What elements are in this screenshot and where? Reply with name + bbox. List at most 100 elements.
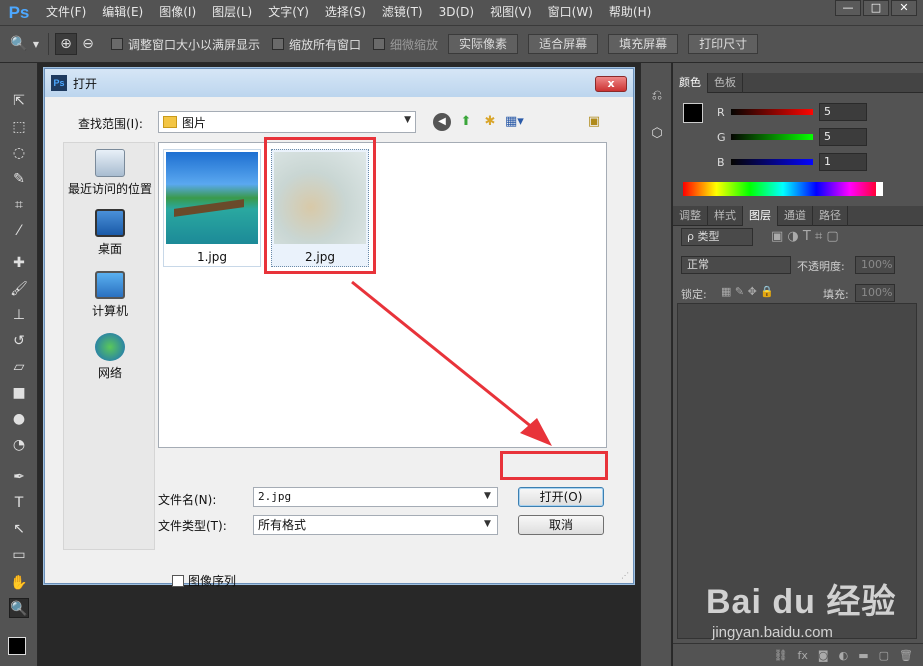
type-tool-icon[interactable]: T: [9, 493, 29, 513]
path-select-tool-icon[interactable]: ↖: [9, 519, 29, 539]
blend-mode-select[interactable]: 正常: [681, 256, 791, 274]
dialog-title-bar: Ps 打开: [45, 69, 633, 97]
up-folder-icon[interactable]: ⬆: [457, 113, 475, 131]
menu-view[interactable]: 视图(V): [482, 0, 540, 25]
green-value-field[interactable]: 5: [819, 128, 867, 146]
file-item-1[interactable]: 1.jpg: [163, 149, 261, 267]
menu-3d[interactable]: 3D(D): [431, 0, 482, 25]
zoom-out-icon[interactable]: ⊖: [77, 33, 99, 55]
delete-layer-icon[interactable]: 🗑: [899, 649, 913, 662]
tab-layers[interactable]: 图层: [743, 206, 778, 226]
quick-select-tool-icon[interactable]: ✎: [9, 169, 29, 189]
dialog-close-button[interactable]: x: [595, 76, 627, 92]
red-slider[interactable]: [731, 109, 813, 115]
tab-color[interactable]: 颜色: [673, 73, 708, 93]
print-size-button[interactable]: 打印尺寸: [688, 34, 759, 54]
stamp-tool-icon[interactable]: ⊥: [9, 305, 29, 325]
image-sequence-checkbox[interactable]: 图像序列: [172, 572, 236, 589]
mask-icon[interactable]: ◙: [818, 649, 829, 662]
cancel-button[interactable]: 取消: [518, 515, 604, 535]
back-icon[interactable]: ◀: [433, 113, 451, 131]
actual-pixels-button[interactable]: 实际像素: [448, 34, 519, 54]
blur-tool-icon[interactable]: ●: [9, 409, 29, 429]
shape-tool-icon[interactable]: ▭: [9, 545, 29, 565]
filetype-select[interactable]: 所有格式: [253, 515, 498, 535]
foreground-color-swatch[interactable]: [8, 637, 26, 655]
menu-file[interactable]: 文件(F): [38, 0, 94, 25]
green-slider[interactable]: [731, 134, 813, 140]
menu-help[interactable]: 帮助(H): [601, 0, 659, 25]
menu-window[interactable]: 窗口(W): [540, 0, 601, 25]
fill-field[interactable]: 100%: [855, 284, 895, 302]
3d-panel-icon[interactable]: ⬡: [648, 125, 666, 143]
resize-grip-icon[interactable]: ⋰: [621, 571, 631, 581]
zoom-tool-icon[interactable]: 🔍: [8, 33, 30, 55]
new-layer-icon[interactable]: ▢: [879, 649, 889, 662]
lasso-tool-icon[interactable]: ◌: [9, 143, 29, 163]
look-in-select[interactable]: 图片 ▼: [158, 111, 416, 133]
zoom-in-icon[interactable]: ⊕: [55, 33, 77, 55]
fx-icon[interactable]: fx: [798, 649, 808, 662]
place-desktop[interactable]: 桌面: [64, 209, 156, 257]
fit-screen-button[interactable]: 适合屏幕: [528, 34, 599, 54]
green-label: G: [717, 130, 726, 144]
menu-filter[interactable]: 滤镜(T): [374, 0, 431, 25]
fill-screen-button[interactable]: 填充屏幕: [608, 34, 679, 54]
eyedropper-tool-icon[interactable]: ⁄: [9, 221, 29, 241]
zoom-tool-icon[interactable]: 🔍: [9, 598, 29, 618]
marquee-tool-icon[interactable]: ⬚: [9, 117, 29, 137]
resize-windows-checkbox[interactable]: 调整窗口大小以满屏显示: [111, 36, 260, 53]
place-computer[interactable]: 计算机: [64, 271, 156, 319]
gradient-tool-icon[interactable]: ■: [9, 383, 29, 403]
menu-layer[interactable]: 图层(L): [204, 0, 260, 25]
layer-filter-icons[interactable]: ▣ ◑ T ⌗ ▢: [771, 229, 839, 244]
blue-value-field[interactable]: 1: [819, 153, 867, 171]
filename-chevron-down-icon[interactable]: ▼: [484, 491, 491, 501]
scrubby-zoom-checkbox[interactable]: 细微缩放: [373, 36, 438, 53]
view-menu-icon[interactable]: ▦▾: [505, 113, 524, 131]
brush-tool-icon[interactable]: 🖌: [9, 279, 29, 299]
tab-styles[interactable]: 样式: [708, 206, 743, 226]
tab-swatches[interactable]: 色板: [708, 73, 743, 93]
history-panel-icon[interactable]: ⎌: [648, 87, 666, 105]
new-folder-icon[interactable]: ✱: [481, 113, 499, 131]
photoshop-logo: Ps: [8, 2, 30, 22]
zoom-all-windows-checkbox[interactable]: 缩放所有窗口: [272, 36, 361, 53]
move-tool-icon[interactable]: ⇱: [9, 91, 29, 111]
healing-brush-icon[interactable]: ✚: [9, 253, 29, 273]
adjustment-icon[interactable]: ◐: [839, 649, 849, 662]
spectrum-white-swatch[interactable]: [876, 182, 883, 196]
minimize-button[interactable]: —: [835, 0, 861, 16]
filetype-chevron-down-icon[interactable]: ▼: [484, 519, 491, 529]
history-brush-icon[interactable]: ↺: [9, 331, 29, 351]
lock-icons[interactable]: ▦ ✎ ✥ 🔒: [721, 285, 774, 298]
bridge-folder-icon[interactable]: ▣: [585, 113, 603, 131]
link-layers-icon[interactable]: ⛓: [774, 649, 788, 662]
menu-select[interactable]: 选择(S): [317, 0, 374, 25]
tab-channels[interactable]: 通道: [778, 206, 813, 226]
tab-paths[interactable]: 路径: [813, 206, 848, 226]
menu-type[interactable]: 文字(Y): [260, 0, 317, 25]
filename-input[interactable]: 2.jpg: [253, 487, 498, 507]
foreground-color-swatch[interactable]: [683, 103, 703, 123]
place-recent[interactable]: 最近访问的位置: [64, 149, 156, 197]
pen-tool-icon[interactable]: ✒: [9, 467, 29, 487]
tab-adjustments[interactable]: 调整: [673, 206, 708, 226]
eraser-tool-icon[interactable]: ▱: [9, 357, 29, 377]
place-network[interactable]: 网络: [64, 333, 156, 381]
red-value-field[interactable]: 5: [819, 103, 867, 121]
crop-tool-icon[interactable]: ⌗: [9, 195, 29, 215]
opacity-field[interactable]: 100%: [855, 256, 895, 274]
blue-slider[interactable]: [731, 159, 813, 165]
menu-edit[interactable]: 编辑(E): [94, 0, 151, 25]
menu-image[interactable]: 图像(I): [151, 0, 204, 25]
layer-filter-select[interactable]: ρ 类型: [681, 228, 753, 246]
hand-tool-icon[interactable]: ✋: [9, 573, 29, 593]
tool-preset-chevron-down-icon[interactable]: ▼: [30, 33, 42, 55]
color-spectrum-bar[interactable]: [683, 182, 883, 196]
open-button[interactable]: 打开(O): [518, 487, 604, 507]
maximize-button[interactable]: □: [863, 0, 889, 16]
dodge-tool-icon[interactable]: ◔: [9, 435, 29, 455]
close-window-button[interactable]: ✕: [891, 0, 917, 16]
group-icon[interactable]: ▬: [858, 649, 868, 662]
